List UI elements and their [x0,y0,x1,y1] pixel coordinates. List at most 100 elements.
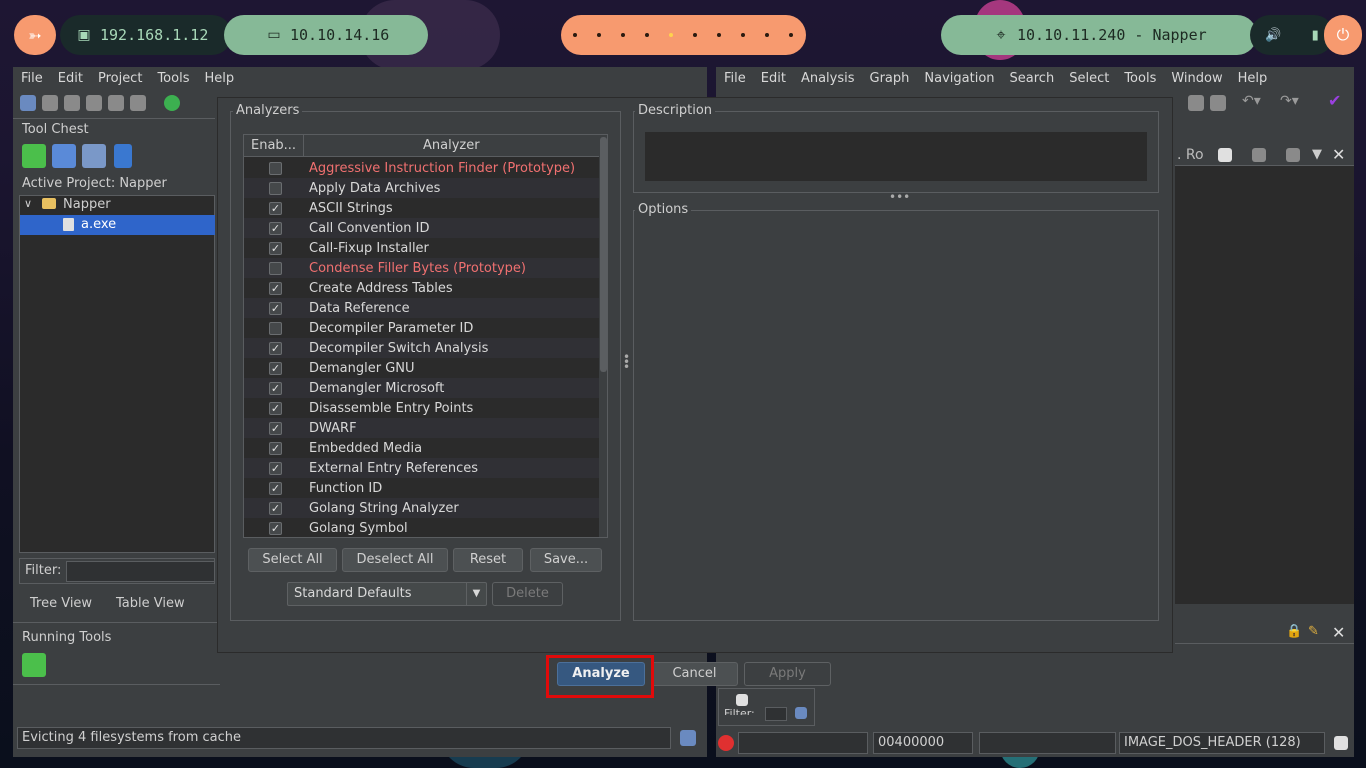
analyzer-row[interactable]: ✓ Data Reference [244,298,599,318]
tab-tree-view[interactable]: Tree View [30,596,92,611]
filter-input[interactable] [66,561,215,582]
listing-view[interactable] [1175,166,1354,604]
cancel-button[interactable]: Cancel [651,662,738,686]
running-codebrowser-icon[interactable] [22,653,46,677]
workspace-dot[interactable] [645,33,649,37]
reset-button[interactable]: Reset [453,548,523,572]
checkbox-checked[interactable]: ✓ [269,301,282,315]
analyzer-row[interactable]: Aggressive Instruction Finder (Prototype… [244,158,599,178]
workspace-switcher[interactable] [561,15,806,55]
checkbox-unchecked[interactable] [269,261,282,275]
archive-project-icon[interactable] [108,95,124,111]
checkbox-checked[interactable]: ✓ [269,421,282,435]
col-analyzer-header[interactable]: Analyzer [423,138,480,153]
menu-tools[interactable]: Tools [1124,71,1156,86]
checkbox-checked[interactable]: ✓ [269,281,282,295]
checkbox-checked[interactable]: ✓ [269,461,282,475]
toolbar-icon[interactable] [1188,95,1204,111]
tree-root-napper[interactable]: Napper [63,197,111,212]
apply-button[interactable]: Apply [744,662,831,686]
checkbox-unchecked[interactable] [269,321,282,335]
battery-icon[interactable]: ▮ [1312,28,1319,43]
checkbox-unchecked[interactable] [269,181,282,195]
menu-file[interactable]: File [21,71,43,86]
analyzer-row[interactable]: ✓ Create Address Tables [244,278,599,298]
workspace-dot[interactable] [573,33,577,37]
analyzer-row[interactable]: ✓ Golang Symbol [244,518,599,537]
refresh-icon[interactable] [164,95,180,111]
kali-menu-button[interactable]: ➳ [14,15,56,55]
codebrowser-dragon-icon[interactable] [22,144,46,168]
edit-icon[interactable] [1334,736,1348,750]
checkmark-icon[interactable]: ✔ [1328,91,1341,110]
analyzer-row[interactable]: Condense Filler Bytes (Prototype) [244,258,599,278]
menu-search[interactable]: Search [1010,71,1055,86]
select-all-button[interactable]: Select All [248,548,337,572]
analyzer-row[interactable]: ✓ Decompiler Switch Analysis [244,338,599,358]
local-ip-pill[interactable]: ▣ 192.168.1.12 [60,15,232,55]
lock-icon[interactable]: 🔒 [1286,624,1302,639]
volume-icon[interactable]: 🔊 [1265,28,1281,43]
menu-tools[interactable]: Tools [157,71,189,86]
menu-project[interactable]: Project [98,71,142,86]
menu-edit[interactable]: Edit [58,71,83,86]
menu-help[interactable]: Help [204,71,234,86]
close-project-icon[interactable] [64,95,80,111]
filter-input[interactable] [765,707,787,721]
dropdown-arrow-icon[interactable]: ▼ [1312,147,1322,162]
checkbox-checked[interactable]: ✓ [269,481,282,495]
checkbox-checked[interactable]: ✓ [269,201,282,215]
menu-analysis[interactable]: Analysis [801,71,855,86]
menu-file[interactable]: File [724,71,746,86]
col-enabled-header[interactable]: Enab... [251,138,296,153]
scrollbar-thumb[interactable] [600,137,607,372]
analyzer-row[interactable]: ✓ Demangler GNU [244,358,599,378]
redo-icon[interactable]: ↷▾ [1280,93,1299,109]
analyzer-row[interactable]: ✓ Golang String Analyzer [244,498,599,518]
filter-options-icon[interactable] [795,707,807,719]
table-scrollbar[interactable] [599,135,607,537]
eraser-icon[interactable]: ✎ [1308,624,1319,639]
version-tracking-icon[interactable] [114,144,132,168]
emulator-icon[interactable] [82,144,106,168]
menu-navigation[interactable]: Navigation [924,71,994,86]
console-icon[interactable] [680,730,696,746]
checkbox-checked[interactable]: ✓ [269,361,282,375]
analyzer-row[interactable]: ✓ DWARF [244,418,599,438]
tree-item-selected[interactable] [20,215,215,235]
menu-help[interactable]: Help [1238,71,1268,86]
debugger-icon[interactable] [52,144,76,168]
save-project-icon[interactable] [86,95,102,111]
analyzer-row[interactable]: ✓ Demangler Microsoft [244,378,599,398]
checkbox-checked[interactable]: ✓ [269,441,282,455]
workspace-dot[interactable] [789,33,793,37]
checkbox-unchecked[interactable] [269,161,282,175]
menu-select[interactable]: Select [1069,71,1109,86]
window-icon[interactable] [736,694,748,706]
target-pill[interactable]: ⌖ 10.10.11.240 - Napper [941,15,1257,55]
workspace-dot[interactable] [621,33,625,37]
menu-graph[interactable]: Graph [870,71,910,86]
camera-icon[interactable] [1286,148,1300,162]
analyzer-row[interactable]: ✓ Function ID [244,478,599,498]
checkbox-checked[interactable]: ✓ [269,381,282,395]
menu-window[interactable]: Window [1171,71,1222,86]
analyzer-row[interactable]: ✓ External Entry References [244,458,599,478]
analyzer-row[interactable]: ✓ Embedded Media [244,438,599,458]
tree-expand-icon[interactable]: ∨ [24,197,32,210]
copy-icon[interactable] [1218,148,1232,162]
profile-select[interactable]: Standard Defaults ▼ [287,582,487,606]
checkbox-checked[interactable]: ✓ [269,241,282,255]
checkbox-checked[interactable]: ✓ [269,501,282,515]
workspace-dot[interactable] [765,33,769,37]
analyzer-row[interactable]: Apply Data Archives [244,178,599,198]
workspace-dot[interactable] [717,33,721,37]
link-icon[interactable] [130,95,146,111]
workspace-dot-active[interactable] [669,33,673,37]
open-project-icon[interactable] [42,95,58,111]
tab-label[interactable]: . Ro [1177,147,1204,163]
checkbox-checked[interactable]: ✓ [269,341,282,355]
tree-item-a-exe[interactable]: a.exe [81,217,116,232]
vpn-ip-pill[interactable]: ▭ 10.10.14.16 [224,15,428,55]
toolbar-icon[interactable] [1210,95,1226,111]
